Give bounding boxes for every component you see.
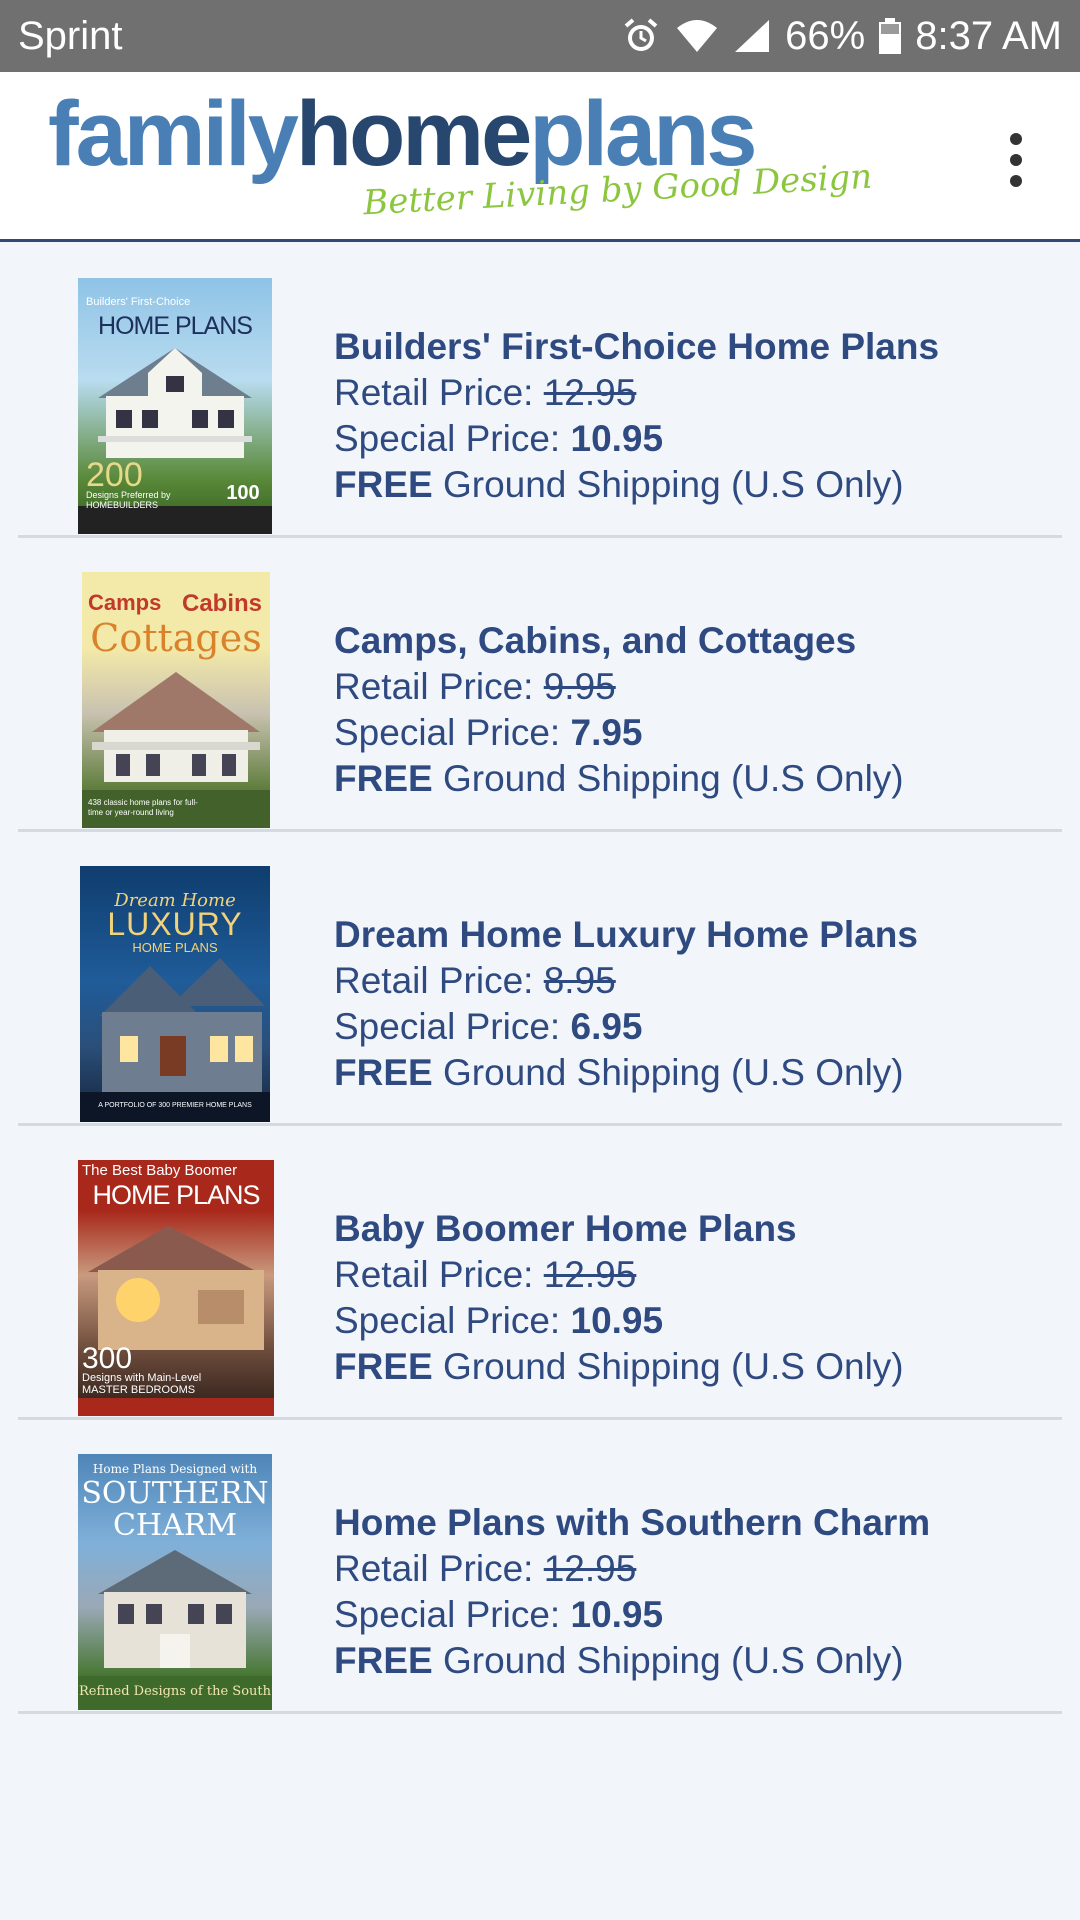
cover-text: The Best Baby Boomer bbox=[82, 1162, 238, 1179]
cover-text: Designs Preferred by HOMEBUILDERS bbox=[86, 490, 171, 510]
cover-text: Refined Designs of the South bbox=[78, 1684, 271, 1699]
battery-percent: 66% bbox=[785, 13, 866, 58]
retail-price-row: Retail Price: 8.95 bbox=[334, 960, 616, 1001]
list-item[interactable]: Builders' First-Choice HOME PLANS 200 De… bbox=[18, 244, 1062, 538]
special-price: 10.95 bbox=[570, 1300, 664, 1341]
book-info: Home Plans with Southern Charm Retail Pr… bbox=[334, 1500, 930, 1684]
signal-icon bbox=[733, 18, 771, 54]
special-price-row: Special Price: 10.95 bbox=[334, 1594, 664, 1635]
overflow-menu-icon[interactable] bbox=[986, 120, 1046, 200]
list-item[interactable]: Dream Home LUXURY HOME PLANS A PORTFOLIO… bbox=[18, 832, 1062, 1126]
cover-text: Cottages bbox=[90, 616, 262, 660]
cover-text: SOUTHERN bbox=[81, 1476, 269, 1511]
cover-text: HOME PLANS bbox=[98, 312, 253, 340]
shipping-row: FREE Ground Shipping (U.S Only) bbox=[334, 1640, 904, 1681]
status-bar: Sprint 66% 8:37 AM bbox=[0, 0, 1080, 72]
carrier-name: Sprint bbox=[18, 13, 123, 58]
book-list: Builders' First-Choice HOME PLANS 200 De… bbox=[18, 244, 1062, 1714]
book-info: Camps, Cabins, and Cottages Retail Price… bbox=[334, 618, 904, 802]
retail-price-row: Retail Price: 9.95 bbox=[334, 666, 616, 707]
cover-text: CHARM bbox=[112, 1508, 238, 1543]
retail-price: 8.95 bbox=[543, 960, 616, 1001]
book-title[interactable]: Camps, Cabins, and Cottages bbox=[334, 618, 904, 664]
cover-text: Home Plans Designed with bbox=[92, 1462, 258, 1476]
book-info: Builders' First-Choice Home Plans Retail… bbox=[334, 324, 939, 508]
cover-text: Designs with Main-Level MASTER BEDROOMS bbox=[82, 1372, 202, 1396]
special-price: 10.95 bbox=[570, 418, 664, 459]
retail-price: 9.95 bbox=[543, 666, 616, 707]
clock-time: 8:37 AM bbox=[915, 13, 1062, 58]
book-cover-image[interactable]: The Best Baby Boomer HOME PLANS 300 Desi… bbox=[78, 1160, 274, 1416]
book-info: Baby Boomer Home Plans Retail Price: 12.… bbox=[334, 1206, 904, 1390]
logo-wordmark: familyhomeplans bbox=[48, 83, 758, 185]
book-title[interactable]: Builders' First-Choice Home Plans bbox=[334, 324, 939, 370]
shipping-row: FREE Ground Shipping (U.S Only) bbox=[334, 464, 904, 505]
special-price-row: Special Price: 7.95 bbox=[334, 712, 643, 753]
retail-price-row: Retail Price: 12.95 bbox=[334, 1548, 637, 1589]
cover-text: A PORTFOLIO OF 300 PREMIER HOME PLANS bbox=[98, 1102, 252, 1109]
retail-price: 12.95 bbox=[543, 372, 637, 413]
book-cover-image[interactable]: Camps Cabins Cottages 438 classic home p… bbox=[82, 572, 270, 828]
battery-icon bbox=[879, 18, 902, 54]
app-header: familyhomeplans Better Living by Good De… bbox=[0, 72, 1080, 242]
status-icons: 66% 8:37 AM bbox=[621, 14, 1062, 59]
book-title[interactable]: Home Plans with Southern Charm bbox=[334, 1500, 930, 1546]
cover-badge: 100 bbox=[226, 482, 260, 504]
special-price-row: Special Price: 10.95 bbox=[334, 418, 664, 459]
cover-text: 300 bbox=[82, 1342, 133, 1375]
book-cover-image[interactable]: Dream Home LUXURY HOME PLANS A PORTFOLIO… bbox=[80, 866, 270, 1122]
cover-text: HOME PLANS bbox=[92, 1180, 260, 1210]
cover-text: LUXURY bbox=[107, 906, 243, 942]
shipping-row: FREE Ground Shipping (U.S Only) bbox=[334, 1346, 904, 1387]
list-item[interactable]: The Best Baby Boomer HOME PLANS 300 Desi… bbox=[18, 1126, 1062, 1420]
retail-price-row: Retail Price: 12.95 bbox=[334, 372, 637, 413]
book-cover-image[interactable]: Builders' First-Choice HOME PLANS 200 De… bbox=[78, 278, 272, 534]
book-title[interactable]: Baby Boomer Home Plans bbox=[334, 1206, 904, 1252]
book-title[interactable]: Dream Home Luxury Home Plans bbox=[334, 912, 918, 958]
cover-text: HOME PLANS bbox=[132, 940, 218, 955]
special-price: 6.95 bbox=[570, 1006, 643, 1047]
shipping-row: FREE Ground Shipping (U.S Only) bbox=[334, 1052, 904, 1093]
cover-text: 438 classic home plans for full-time or … bbox=[88, 798, 198, 817]
cover-text: Builders' First-Choice bbox=[86, 296, 191, 308]
list-item[interactable]: Home Plans Designed with SOUTHERN CHARM … bbox=[18, 1420, 1062, 1714]
retail-price-row: Retail Price: 12.95 bbox=[334, 1254, 637, 1295]
special-price-row: Special Price: 10.95 bbox=[334, 1300, 664, 1341]
shipping-row: FREE Ground Shipping (U.S Only) bbox=[334, 758, 904, 799]
wifi-icon bbox=[675, 18, 719, 54]
special-price-row: Special Price: 6.95 bbox=[334, 1006, 643, 1047]
list-item[interactable]: Camps Cabins Cottages 438 classic home p… bbox=[18, 538, 1062, 832]
alarm-icon bbox=[621, 16, 661, 56]
special-price: 10.95 bbox=[570, 1594, 664, 1635]
book-info: Dream Home Luxury Home Plans Retail Pric… bbox=[334, 912, 918, 1096]
special-price: 7.95 bbox=[570, 712, 643, 753]
cover-text: Cabins bbox=[181, 590, 262, 617]
site-logo[interactable]: familyhomeplans Better Living by Good De… bbox=[48, 83, 873, 228]
retail-price: 12.95 bbox=[543, 1254, 637, 1295]
retail-price: 12.95 bbox=[543, 1548, 637, 1589]
book-cover-image[interactable]: Home Plans Designed with SOUTHERN CHARM … bbox=[78, 1454, 272, 1710]
